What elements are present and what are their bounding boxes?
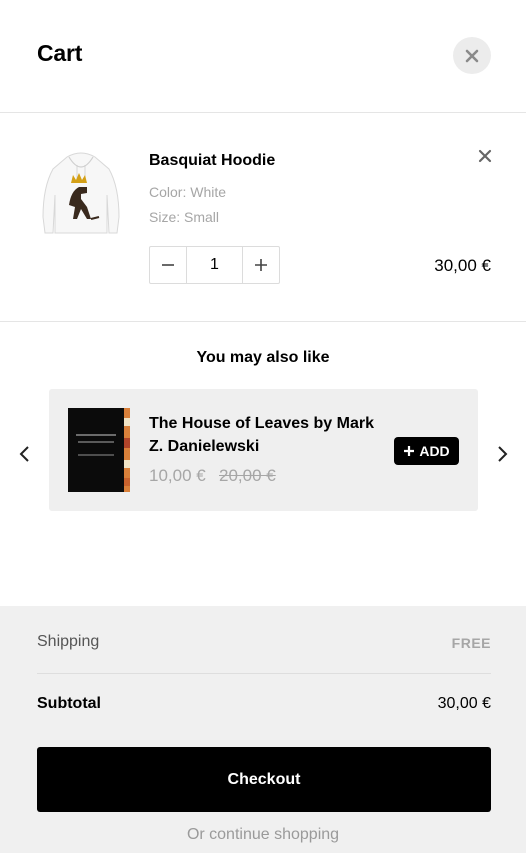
- add-upsell-button[interactable]: ADD: [394, 437, 459, 465]
- chevron-right-icon: [498, 446, 508, 462]
- upsell-product-price: 10,00 €: [149, 466, 206, 485]
- upsell-compare-price: 20,00 €: [219, 466, 276, 485]
- cart-line-item: Basquiat Hoodie Color: White Size: Small…: [0, 113, 526, 322]
- upsell-title: You may also like: [196, 349, 330, 366]
- quantity-input[interactable]: 1: [187, 247, 242, 283]
- upsell-prev-button[interactable]: [14, 444, 34, 464]
- product-color: Color: White: [149, 184, 227, 200]
- close-cart-button[interactable]: [453, 37, 491, 74]
- plus-icon: [255, 259, 267, 271]
- checkout-button[interactable]: Checkout: [37, 747, 491, 812]
- shipping-label: Shipping: [37, 633, 100, 650]
- plus-icon: [404, 446, 415, 456]
- line-item-price: 30,00 €: [434, 256, 491, 275]
- summary-divider: [37, 673, 491, 674]
- close-icon: [465, 49, 479, 62]
- minus-icon: [162, 264, 174, 266]
- add-button-label: ADD: [419, 443, 450, 459]
- cart-header: Cart: [0, 0, 526, 113]
- chevron-left-icon: [19, 446, 29, 462]
- upsell-product-name[interactable]: The House of Leaves by Mark Z. Danielews…: [149, 412, 389, 458]
- book-cover-image[interactable]: [68, 408, 130, 492]
- remove-item-button[interactable]: [476, 147, 494, 165]
- decrease-quantity-button[interactable]: [150, 247, 187, 283]
- cart-summary: Shipping FREE Subtotal 30,00 € Checkout …: [0, 606, 526, 853]
- product-name[interactable]: Basquiat Hoodie: [149, 152, 275, 170]
- subtotal-value: 30,00 €: [437, 695, 491, 712]
- cart-title: Cart: [37, 40, 83, 66]
- quantity-stepper: 1: [149, 246, 280, 284]
- close-icon: [478, 149, 492, 163]
- product-thumbnail[interactable]: [37, 147, 125, 239]
- upsell-product-card: The House of Leaves by Mark Z. Danielews…: [49, 389, 478, 511]
- shipping-value: FREE: [451, 635, 491, 651]
- product-size: Size: Small: [149, 209, 220, 225]
- increase-quantity-button[interactable]: [242, 247, 279, 283]
- subtotal-label: Subtotal: [37, 695, 101, 712]
- upsell-next-button[interactable]: [493, 444, 513, 464]
- continue-shopping-link[interactable]: Or continue shopping: [0, 826, 526, 844]
